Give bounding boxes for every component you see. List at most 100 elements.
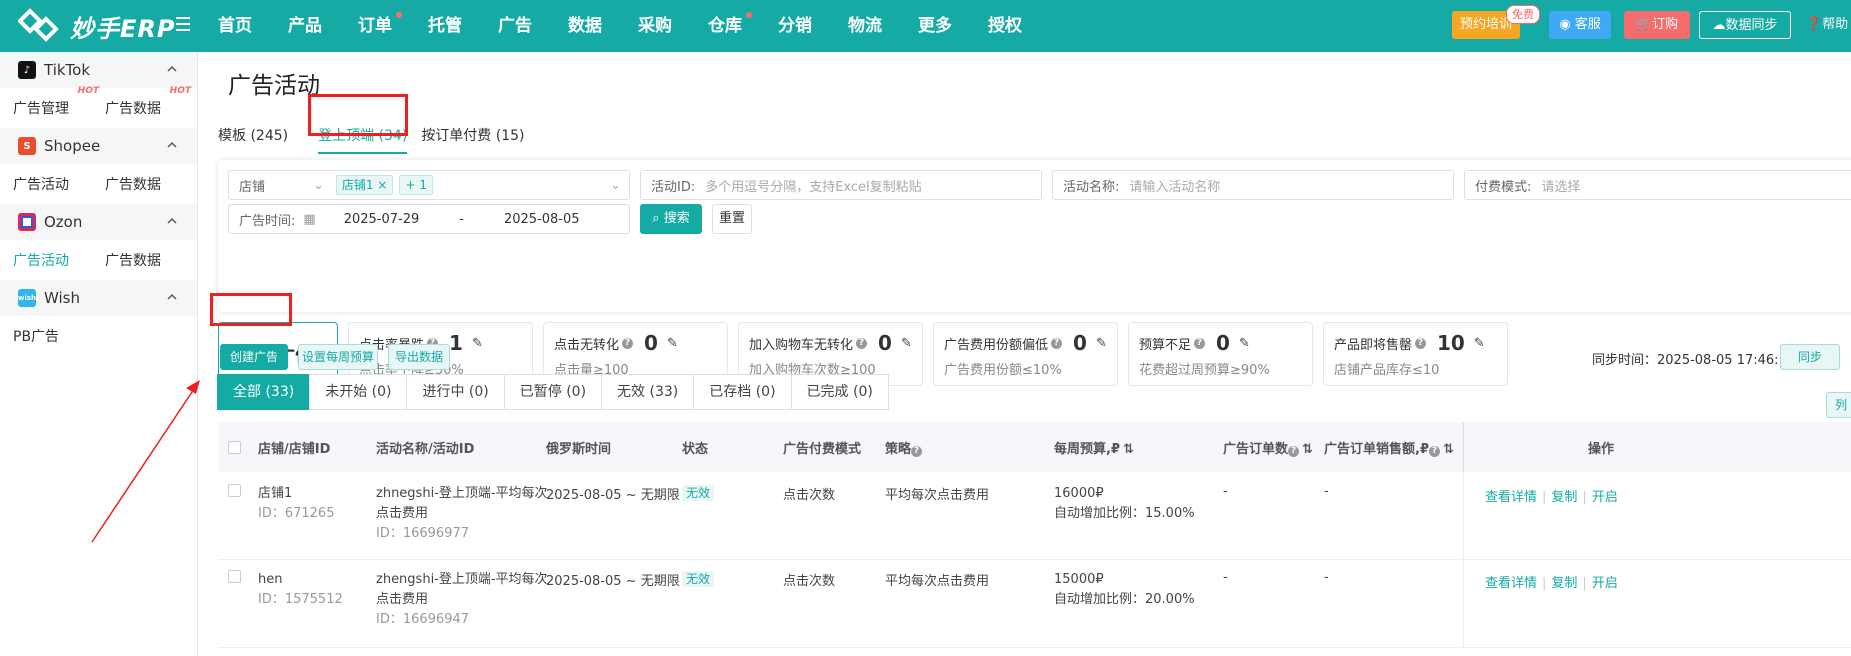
edit-icon[interactable]: ✎	[901, 336, 912, 351]
create-ad-button[interactable]: 创建广告	[220, 344, 288, 370]
activity-id-field[interactable]: 活动ID: 多个用逗号分隔，支持Excel复制粘贴	[640, 170, 1042, 200]
store-tag[interactable]: 店铺1 ×	[335, 175, 394, 195]
sort-icon[interactable]: ⇅	[1302, 442, 1313, 457]
sidebar-group-ozon[interactable]: Ozon	[0, 204, 197, 240]
help-icon: ?	[1415, 337, 1427, 349]
col-ad-orders[interactable]: 广告订单数? ⇅	[1223, 438, 1313, 457]
edit-icon[interactable]: ✎	[667, 336, 678, 351]
sidebar-item-ozon-ad-activity[interactable]: 广告活动	[13, 250, 105, 270]
search-icon: ⌕	[652, 211, 664, 226]
select-all-checkbox[interactable]	[228, 441, 241, 454]
nav-data[interactable]: 数据	[568, 0, 638, 52]
sort-icon[interactable]: ⇅	[1443, 442, 1454, 457]
stat-card[interactable]: 产品即将售罄? 10 ✎ 店铺产品库存≤10	[1323, 322, 1508, 386]
chevron-down-icon: ⌄	[313, 177, 324, 193]
close-icon[interactable]: ×	[377, 178, 387, 192]
campaign-table: 店铺/店铺ID 活动名称/活动ID 俄罗斯时间 状态 广告付费模式 策略? 每周…	[218, 422, 1851, 648]
nav-orders[interactable]: 订单	[358, 0, 428, 52]
copy-link[interactable]: 复制	[1551, 490, 1577, 505]
pay-mode-select[interactable]: 付费模式: 请选择	[1464, 170, 1851, 200]
status-tab-all[interactable]: 全部 (33)	[217, 374, 311, 410]
nav-ads[interactable]: 广告	[498, 0, 568, 52]
sync-button[interactable]: 同步	[1780, 344, 1840, 370]
columns-button[interactable]: 列	[1826, 392, 1851, 418]
stat-card[interactable]: 广告费用份额偏低? 0 ✎ 广告费用份额≤10%	[933, 322, 1118, 386]
nav-authorize[interactable]: 授权	[988, 0, 1058, 52]
reset-button[interactable]: 重置	[712, 204, 752, 234]
col-weekly-budget[interactable]: 每周预算,₽ ⇅	[1054, 438, 1134, 457]
nav-products[interactable]: 产品	[288, 0, 358, 52]
cloud-icon: ☁	[1712, 18, 1726, 33]
view-details-link[interactable]: 查看详情	[1485, 576, 1537, 591]
status-filter-tabs: 全部 (33) 未开始 (0) 进行中 (0) 已暂停 (0) 无效 (33) …	[217, 374, 889, 410]
col-strategy: 策略?	[885, 438, 923, 457]
edit-icon[interactable]: ✎	[1239, 336, 1250, 351]
status-tab-not-started[interactable]: 未开始 (0)	[309, 374, 408, 410]
sidebar-item-ozon-ad-data[interactable]: 广告数据	[105, 250, 197, 270]
cell-ad-orders: -	[1223, 484, 1228, 499]
data-sync-button[interactable]: ☁数据同步	[1699, 11, 1791, 39]
sidebar-group-tiktok[interactable]: ♪ TikTok	[0, 52, 197, 88]
sidebar-item-shopee-ad-activity[interactable]: 广告活动	[13, 174, 105, 194]
nav-logistics[interactable]: 物流	[848, 0, 918, 52]
sidebar-group-wish[interactable]: wish Wish	[0, 280, 197, 316]
status-tab-running[interactable]: 进行中 (0)	[406, 374, 505, 410]
wish-icon: wish	[18, 289, 36, 307]
edit-icon[interactable]: ✎	[1096, 336, 1107, 351]
sort-icon[interactable]: ⇅	[1123, 442, 1134, 457]
status-tab-paused[interactable]: 已暂停 (0)	[503, 374, 603, 410]
set-weekly-budget-button[interactable]: 设置每周预算	[298, 344, 378, 370]
export-data-button[interactable]: 导出数据	[388, 344, 450, 370]
col-russia-time: 俄罗斯时间	[546, 441, 612, 457]
activity-name-input[interactable]: 请输入活动名称	[1129, 176, 1220, 195]
ad-time-range[interactable]: 广告时间: ▦ 2025-07-29 - 2025-08-05	[228, 204, 630, 234]
col-ad-sales[interactable]: 广告订单销售额,₽? ⇅	[1324, 438, 1454, 457]
start-link[interactable]: 开启	[1592, 490, 1618, 505]
cell-strategy: 平均每次点击费用	[885, 574, 990, 589]
tab-pay-per-order[interactable]: 按订单付费 (15)	[421, 124, 524, 154]
status-tab-invalid[interactable]: 无效 (33)	[601, 374, 695, 410]
sidebar-item-tiktok-ad-manage[interactable]: 广告管理 HOT	[13, 86, 105, 118]
search-button[interactable]: ⌕ 搜索	[640, 204, 702, 234]
copy-link[interactable]: 复制	[1551, 576, 1577, 591]
cell-operations: 查看详情 | 复制 | 开启	[1485, 576, 1618, 591]
store-select[interactable]: 店铺 ⌄ 店铺1 × + 1 ⌄	[228, 170, 630, 200]
app-logo[interactable]: 妙手ERP	[18, 7, 175, 45]
nav-purchase[interactable]: 采购	[638, 0, 708, 52]
view-details-link[interactable]: 查看详情	[1485, 490, 1537, 505]
help-button[interactable]: ❓帮助	[1802, 11, 1851, 39]
row-checkbox[interactable]	[228, 484, 241, 497]
nav-warehouse[interactable]: 仓库	[708, 0, 778, 52]
date-start[interactable]: 2025-07-29	[344, 212, 420, 227]
sidebar-group-shopee[interactable]: S Shopee	[0, 128, 197, 164]
start-link[interactable]: 开启	[1592, 576, 1618, 591]
edit-icon[interactable]: ✎	[472, 336, 483, 351]
customer-service-button[interactable]: ◉ 客服	[1549, 11, 1611, 39]
activity-id-input[interactable]: 多个用逗号分隔，支持Excel复制粘贴	[705, 176, 921, 195]
sidebar-item-tiktok-ad-data[interactable]: 广告数据 HOT	[105, 86, 197, 118]
status-tab-archived[interactable]: 已存档 (0)	[693, 374, 792, 410]
stat-card[interactable]: 预算不足? 0 ✎ 花费超过周预算≥90%	[1128, 322, 1313, 386]
nav-more[interactable]: 更多	[918, 0, 988, 52]
subscribe-button[interactable]: 🛒订购	[1624, 11, 1690, 39]
cell-budget: 16000₽ 自动增加比例：15.00%	[1054, 486, 1195, 521]
menu-toggle-icon[interactable]	[176, 17, 190, 31]
sidebar-item-wish-pb-ads[interactable]: PB广告	[13, 326, 105, 346]
nav-home[interactable]: 首页	[218, 0, 288, 52]
activity-name-label: 活动名称:	[1063, 179, 1120, 195]
help-icon: ?	[1288, 445, 1300, 457]
logo-text: 妙手ERP	[70, 14, 176, 43]
date-end[interactable]: 2025-08-05	[504, 212, 580, 227]
sidebar-group-label: Shopee	[44, 137, 101, 155]
tab-template[interactable]: 模板 (245)	[218, 124, 288, 154]
edit-icon[interactable]: ✎	[1474, 336, 1485, 351]
sidebar-item-shopee-ad-data[interactable]: 广告数据	[105, 174, 197, 194]
row-checkbox[interactable]	[228, 570, 241, 583]
help-icon: ?	[622, 337, 634, 349]
activity-name-field[interactable]: 活动名称: 请输入活动名称	[1052, 170, 1454, 200]
cell-pay-mode: 点击次数	[783, 488, 836, 503]
status-tab-completed[interactable]: 已完成 (0)	[790, 374, 889, 410]
nav-distribution[interactable]: 分销	[778, 0, 848, 52]
ozon-icon	[18, 213, 36, 231]
nav-hosting[interactable]: 托管	[428, 0, 498, 52]
